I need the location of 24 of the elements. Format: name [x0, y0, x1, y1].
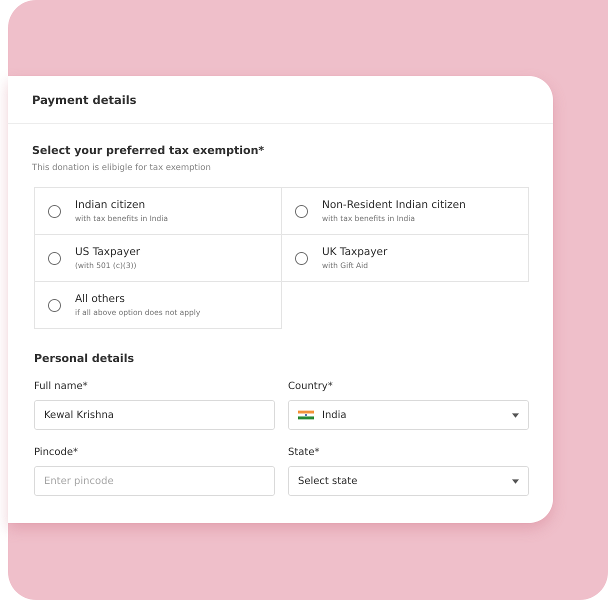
option-label: UK Taxpayer — [322, 246, 388, 258]
field-label: Pincode* — [34, 447, 80, 458]
section-title: Personal details — [34, 352, 136, 365]
option-label: US Taxpayer — [75, 246, 140, 258]
card-title: Payment details — [32, 92, 137, 106]
radio-button[interactable] — [48, 204, 61, 218]
section-subtitle: This donation is elibigle for tax exemption — [32, 163, 212, 173]
input-field[interactable]: Enter pincode — [34, 466, 275, 496]
section-title: Select your preferred tax exemption* — [32, 144, 266, 157]
field-label: Full name* — [34, 381, 89, 392]
caret-icon — [512, 412, 519, 418]
dropdown-field[interactable]: India — [288, 400, 529, 430]
radio-button[interactable] — [295, 252, 308, 264]
option-label: Non-Resident Indian citizen — [322, 199, 466, 211]
field-label: Country* — [288, 381, 334, 392]
input-field[interactable]: Kewal Krishna — [34, 400, 275, 430]
caret-icon — [512, 478, 519, 484]
option-label: Indian citizen — [75, 199, 146, 211]
radio-button[interactable] — [295, 204, 308, 218]
radio-button[interactable] — [48, 298, 61, 312]
option-label: All others — [75, 293, 126, 305]
dropdown-field[interactable]: Select state — [288, 466, 529, 496]
radio-button[interactable] — [48, 252, 61, 264]
field-label: State* — [288, 447, 320, 458]
